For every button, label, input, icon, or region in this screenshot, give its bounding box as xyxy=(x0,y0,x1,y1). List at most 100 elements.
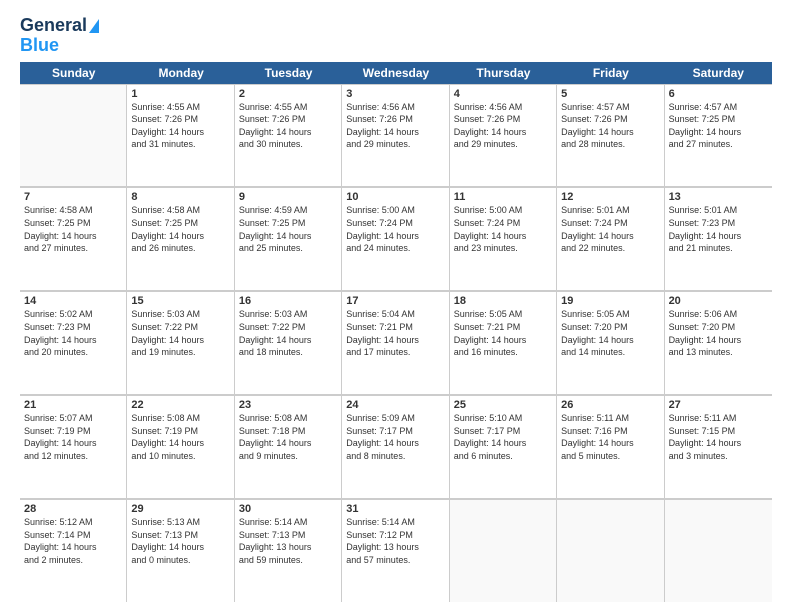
header: General Blue xyxy=(20,16,772,56)
cal-cell-7: 7Sunrise: 4:58 AM Sunset: 7:25 PM Daylig… xyxy=(20,188,127,290)
calendar-row-4: 28Sunrise: 5:12 AM Sunset: 7:14 PM Dayli… xyxy=(20,499,772,602)
day-number: 29 xyxy=(131,503,229,515)
cal-cell-14: 14Sunrise: 5:02 AM Sunset: 7:23 PM Dayli… xyxy=(20,292,127,394)
day-number: 25 xyxy=(454,399,552,411)
cal-cell-11: 11Sunrise: 5:00 AM Sunset: 7:24 PM Dayli… xyxy=(450,188,557,290)
cell-info: Sunrise: 5:04 AM Sunset: 7:21 PM Dayligh… xyxy=(346,308,444,358)
cal-cell-9: 9Sunrise: 4:59 AM Sunset: 7:25 PM Daylig… xyxy=(235,188,342,290)
day-number: 23 xyxy=(239,399,337,411)
cal-cell-empty-0-0 xyxy=(20,85,127,187)
cal-cell-10: 10Sunrise: 5:00 AM Sunset: 7:24 PM Dayli… xyxy=(342,188,449,290)
calendar-row-1: 7Sunrise: 4:58 AM Sunset: 7:25 PM Daylig… xyxy=(20,187,772,291)
cell-info: Sunrise: 5:03 AM Sunset: 7:22 PM Dayligh… xyxy=(131,308,229,358)
cal-cell-empty-4-6 xyxy=(665,500,772,602)
calendar-header: SundayMondayTuesdayWednesdayThursdayFrid… xyxy=(20,62,772,84)
day-number: 3 xyxy=(346,88,444,100)
cal-cell-16: 16Sunrise: 5:03 AM Sunset: 7:22 PM Dayli… xyxy=(235,292,342,394)
cell-info: Sunrise: 5:05 AM Sunset: 7:20 PM Dayligh… xyxy=(561,308,659,358)
header-day-wednesday: Wednesday xyxy=(342,62,449,84)
day-number: 19 xyxy=(561,295,659,307)
day-number: 16 xyxy=(239,295,337,307)
day-number: 30 xyxy=(239,503,337,515)
cell-info: Sunrise: 5:00 AM Sunset: 7:24 PM Dayligh… xyxy=(454,204,552,254)
cal-cell-23: 23Sunrise: 5:08 AM Sunset: 7:18 PM Dayli… xyxy=(235,396,342,498)
cal-cell-8: 8Sunrise: 4:58 AM Sunset: 7:25 PM Daylig… xyxy=(127,188,234,290)
cell-info: Sunrise: 5:06 AM Sunset: 7:20 PM Dayligh… xyxy=(669,308,768,358)
day-number: 14 xyxy=(24,295,122,307)
calendar-row-0: 1Sunrise: 4:55 AM Sunset: 7:26 PM Daylig… xyxy=(20,84,772,188)
day-number: 20 xyxy=(669,295,768,307)
cell-info: Sunrise: 5:00 AM Sunset: 7:24 PM Dayligh… xyxy=(346,204,444,254)
cal-cell-4: 4Sunrise: 4:56 AM Sunset: 7:26 PM Daylig… xyxy=(450,85,557,187)
calendar-row-3: 21Sunrise: 5:07 AM Sunset: 7:19 PM Dayli… xyxy=(20,395,772,499)
logo-triangle-icon xyxy=(89,19,99,33)
cal-cell-29: 29Sunrise: 5:13 AM Sunset: 7:13 PM Dayli… xyxy=(127,500,234,602)
cal-cell-24: 24Sunrise: 5:09 AM Sunset: 7:17 PM Dayli… xyxy=(342,396,449,498)
cell-info: Sunrise: 5:05 AM Sunset: 7:21 PM Dayligh… xyxy=(454,308,552,358)
cal-cell-25: 25Sunrise: 5:10 AM Sunset: 7:17 PM Dayli… xyxy=(450,396,557,498)
cal-cell-31: 31Sunrise: 5:14 AM Sunset: 7:12 PM Dayli… xyxy=(342,500,449,602)
header-day-monday: Monday xyxy=(127,62,234,84)
cal-cell-2: 2Sunrise: 4:55 AM Sunset: 7:26 PM Daylig… xyxy=(235,85,342,187)
day-number: 22 xyxy=(131,399,229,411)
cal-cell-21: 21Sunrise: 5:07 AM Sunset: 7:19 PM Dayli… xyxy=(20,396,127,498)
day-number: 9 xyxy=(239,191,337,203)
cell-info: Sunrise: 4:57 AM Sunset: 7:26 PM Dayligh… xyxy=(561,101,659,151)
day-number: 2 xyxy=(239,88,337,100)
day-number: 18 xyxy=(454,295,552,307)
cell-info: Sunrise: 4:58 AM Sunset: 7:25 PM Dayligh… xyxy=(131,204,229,254)
cell-info: Sunrise: 5:08 AM Sunset: 7:19 PM Dayligh… xyxy=(131,412,229,462)
cal-cell-17: 17Sunrise: 5:04 AM Sunset: 7:21 PM Dayli… xyxy=(342,292,449,394)
day-number: 17 xyxy=(346,295,444,307)
cal-cell-22: 22Sunrise: 5:08 AM Sunset: 7:19 PM Dayli… xyxy=(127,396,234,498)
cal-cell-6: 6Sunrise: 4:57 AM Sunset: 7:25 PM Daylig… xyxy=(665,85,772,187)
day-number: 31 xyxy=(346,503,444,515)
header-day-sunday: Sunday xyxy=(20,62,127,84)
page: General Blue SundayMondayTuesdayWednesda… xyxy=(0,0,792,612)
cell-info: Sunrise: 5:11 AM Sunset: 7:15 PM Dayligh… xyxy=(669,412,768,462)
cell-info: Sunrise: 5:09 AM Sunset: 7:17 PM Dayligh… xyxy=(346,412,444,462)
cell-info: Sunrise: 4:56 AM Sunset: 7:26 PM Dayligh… xyxy=(454,101,552,151)
day-number: 13 xyxy=(669,191,768,203)
cal-cell-15: 15Sunrise: 5:03 AM Sunset: 7:22 PM Dayli… xyxy=(127,292,234,394)
day-number: 10 xyxy=(346,191,444,203)
cell-info: Sunrise: 4:58 AM Sunset: 7:25 PM Dayligh… xyxy=(24,204,122,254)
cal-cell-13: 13Sunrise: 5:01 AM Sunset: 7:23 PM Dayli… xyxy=(665,188,772,290)
logo-general: General xyxy=(20,16,87,36)
cell-info: Sunrise: 4:55 AM Sunset: 7:26 PM Dayligh… xyxy=(131,101,229,151)
day-number: 1 xyxy=(131,88,229,100)
day-number: 15 xyxy=(131,295,229,307)
cell-info: Sunrise: 5:14 AM Sunset: 7:13 PM Dayligh… xyxy=(239,516,337,566)
header-day-friday: Friday xyxy=(557,62,664,84)
cal-cell-19: 19Sunrise: 5:05 AM Sunset: 7:20 PM Dayli… xyxy=(557,292,664,394)
cal-cell-empty-4-4 xyxy=(450,500,557,602)
cell-info: Sunrise: 5:13 AM Sunset: 7:13 PM Dayligh… xyxy=(131,516,229,566)
cell-info: Sunrise: 4:57 AM Sunset: 7:25 PM Dayligh… xyxy=(669,101,768,151)
day-number: 12 xyxy=(561,191,659,203)
cal-cell-30: 30Sunrise: 5:14 AM Sunset: 7:13 PM Dayli… xyxy=(235,500,342,602)
calendar: SundayMondayTuesdayWednesdayThursdayFrid… xyxy=(20,62,772,602)
calendar-row-2: 14Sunrise: 5:02 AM Sunset: 7:23 PM Dayli… xyxy=(20,291,772,395)
cal-cell-3: 3Sunrise: 4:56 AM Sunset: 7:26 PM Daylig… xyxy=(342,85,449,187)
cal-cell-20: 20Sunrise: 5:06 AM Sunset: 7:20 PM Dayli… xyxy=(665,292,772,394)
cell-info: Sunrise: 5:08 AM Sunset: 7:18 PM Dayligh… xyxy=(239,412,337,462)
day-number: 4 xyxy=(454,88,552,100)
cell-info: Sunrise: 4:55 AM Sunset: 7:26 PM Dayligh… xyxy=(239,101,337,151)
cal-cell-1: 1Sunrise: 4:55 AM Sunset: 7:26 PM Daylig… xyxy=(127,85,234,187)
cell-info: Sunrise: 5:12 AM Sunset: 7:14 PM Dayligh… xyxy=(24,516,122,566)
cal-cell-26: 26Sunrise: 5:11 AM Sunset: 7:16 PM Dayli… xyxy=(557,396,664,498)
cell-info: Sunrise: 5:03 AM Sunset: 7:22 PM Dayligh… xyxy=(239,308,337,358)
day-number: 7 xyxy=(24,191,122,203)
cal-cell-12: 12Sunrise: 5:01 AM Sunset: 7:24 PM Dayli… xyxy=(557,188,664,290)
day-number: 27 xyxy=(669,399,768,411)
cell-info: Sunrise: 5:01 AM Sunset: 7:24 PM Dayligh… xyxy=(561,204,659,254)
day-number: 8 xyxy=(131,191,229,203)
day-number: 28 xyxy=(24,503,122,515)
cell-info: Sunrise: 5:02 AM Sunset: 7:23 PM Dayligh… xyxy=(24,308,122,358)
logo-blue: Blue xyxy=(20,36,59,56)
day-number: 5 xyxy=(561,88,659,100)
cell-info: Sunrise: 5:01 AM Sunset: 7:23 PM Dayligh… xyxy=(669,204,768,254)
cal-cell-empty-4-5 xyxy=(557,500,664,602)
day-number: 21 xyxy=(24,399,122,411)
cell-info: Sunrise: 4:59 AM Sunset: 7:25 PM Dayligh… xyxy=(239,204,337,254)
